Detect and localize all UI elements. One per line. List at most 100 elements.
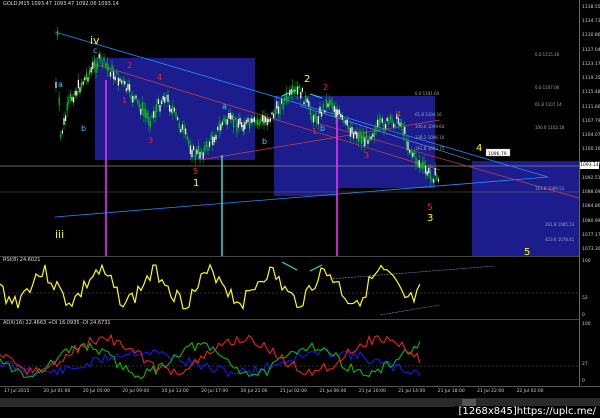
adx-panel[interactable]: ADX(16) 22.4663 +DI 16.0935 -DI 24.6731 [0, 320, 579, 387]
candle-body [116, 71, 118, 74]
candle-body [164, 97, 166, 103]
wave-label-5-red-1: 5 [193, 167, 198, 176]
candle-body [260, 118, 262, 123]
candle-body [329, 99, 331, 106]
rsi-chart-canvas[interactable] [0, 257, 579, 319]
price-axis-tick: 1127.04 [582, 47, 600, 53]
candle-body [189, 145, 191, 154]
candle-body [109, 72, 111, 77]
candle-body [301, 88, 303, 92]
wave-label-2-red-1: 2 [127, 61, 132, 70]
candle-body [346, 119, 348, 126]
candle-body [282, 102, 284, 110]
time-axis-tick: 21 Jul 22:00 [477, 389, 505, 394]
candle-body [303, 101, 305, 105]
rsi-level-label: 0 [582, 313, 585, 318]
time-axis-tick: 21 Jul 18:00 [437, 389, 465, 394]
candle-body [332, 103, 334, 112]
candle-body [146, 112, 148, 119]
candle-body [327, 103, 329, 108]
candle-body [237, 119, 239, 128]
candle-body [231, 115, 233, 120]
wave-label-b-2: b [262, 137, 267, 146]
candle-body [407, 141, 409, 150]
price-axis[interactable]: 1138.55 1134.73 1130.86 1127.04 1123.17 1119.… [579, 0, 600, 386]
price-chart-canvas[interactable]: iv iii c a b a b c b 2 1 3 4 5 1 2 2 1 3… [0, 0, 579, 256]
candle-body [252, 118, 254, 123]
candle-body [178, 123, 180, 129]
candle-body [247, 118, 249, 123]
candle-body [66, 102, 68, 111]
candle-body [113, 71, 115, 80]
candle-body [217, 127, 219, 130]
candle-body [325, 99, 327, 107]
price-axis-tick: 1119.35 [582, 76, 600, 82]
candle-body [205, 141, 207, 147]
candle-body [177, 117, 179, 120]
candle-body [210, 134, 212, 140]
candle-body [433, 179, 435, 183]
fib-label: 161.8 1093.75 [415, 146, 445, 151]
candle-body [157, 99, 159, 104]
candle-body [391, 118, 393, 124]
price-axis-tick: 1092.51 [582, 175, 600, 181]
wave-label-b-3: b [320, 124, 325, 133]
candle-body [423, 161, 425, 169]
candle-body [381, 118, 383, 123]
candle-body [345, 120, 347, 124]
candle-body [55, 81, 57, 88]
candle-body [333, 106, 335, 113]
candle-body [383, 125, 385, 131]
candle-body [140, 108, 142, 115]
candle-body [322, 104, 324, 109]
wave-label-a-1: a [58, 80, 63, 89]
candle-body [364, 137, 366, 147]
price-axis-tick: 1138.55 [582, 5, 600, 10]
wave-label-1-yellow: 1 [193, 178, 199, 189]
candle-body [367, 139, 369, 144]
wave-label-1-red-2: 1 [312, 127, 317, 136]
candle-body [172, 105, 174, 114]
candle-body [204, 145, 206, 152]
candle-body [138, 102, 140, 108]
fib-label: 423.6 1078.41 [545, 237, 575, 242]
candle-body [133, 96, 135, 100]
candle-body [207, 145, 209, 151]
candle-body [85, 72, 87, 80]
candle-body [300, 91, 302, 99]
price-axis-tick: 1115.48 [582, 90, 600, 96]
candle-body [175, 112, 177, 117]
candle-body [97, 61, 99, 69]
candle-body [68, 98, 70, 104]
candle-body [249, 122, 251, 129]
candle-body [348, 126, 350, 130]
candle-body [223, 117, 225, 122]
candle-body [111, 65, 113, 73]
candle-body [95, 64, 97, 73]
candle-body [394, 124, 396, 128]
candle-body [351, 127, 353, 134]
candle-body [137, 100, 139, 103]
scrollbar-thumb[interactable] [462, 399, 476, 406]
adx-chart-canvas[interactable] [0, 320, 579, 386]
candle-body [93, 59, 95, 68]
wave-label-1-red-1: 1 [122, 96, 127, 105]
candle-body [377, 119, 379, 127]
candle-body [321, 111, 323, 117]
candle-body [341, 115, 343, 120]
candle-body [98, 53, 100, 59]
candle-body [117, 77, 119, 86]
wave-label-c-1: c [93, 46, 97, 55]
wave-label-4-red-2: 4 [396, 110, 401, 119]
candle-body [365, 131, 367, 138]
rsi-panel[interactable]: RSI(8) 24.6021 [0, 257, 579, 320]
time-axis-tick: 20 Jul 09:00 [122, 389, 150, 394]
price-chart-panel[interactable]: GOLD,M15 1093.47 1093.47 1092.06 1093.14… [0, 0, 579, 257]
candle-body [156, 104, 158, 113]
candle-body [106, 62, 108, 71]
candle-body [261, 115, 263, 122]
candle-body [429, 170, 431, 180]
candle-body [370, 136, 372, 140]
candle-body [375, 125, 377, 132]
price-axis-tick: 1100.16 [582, 147, 600, 153]
